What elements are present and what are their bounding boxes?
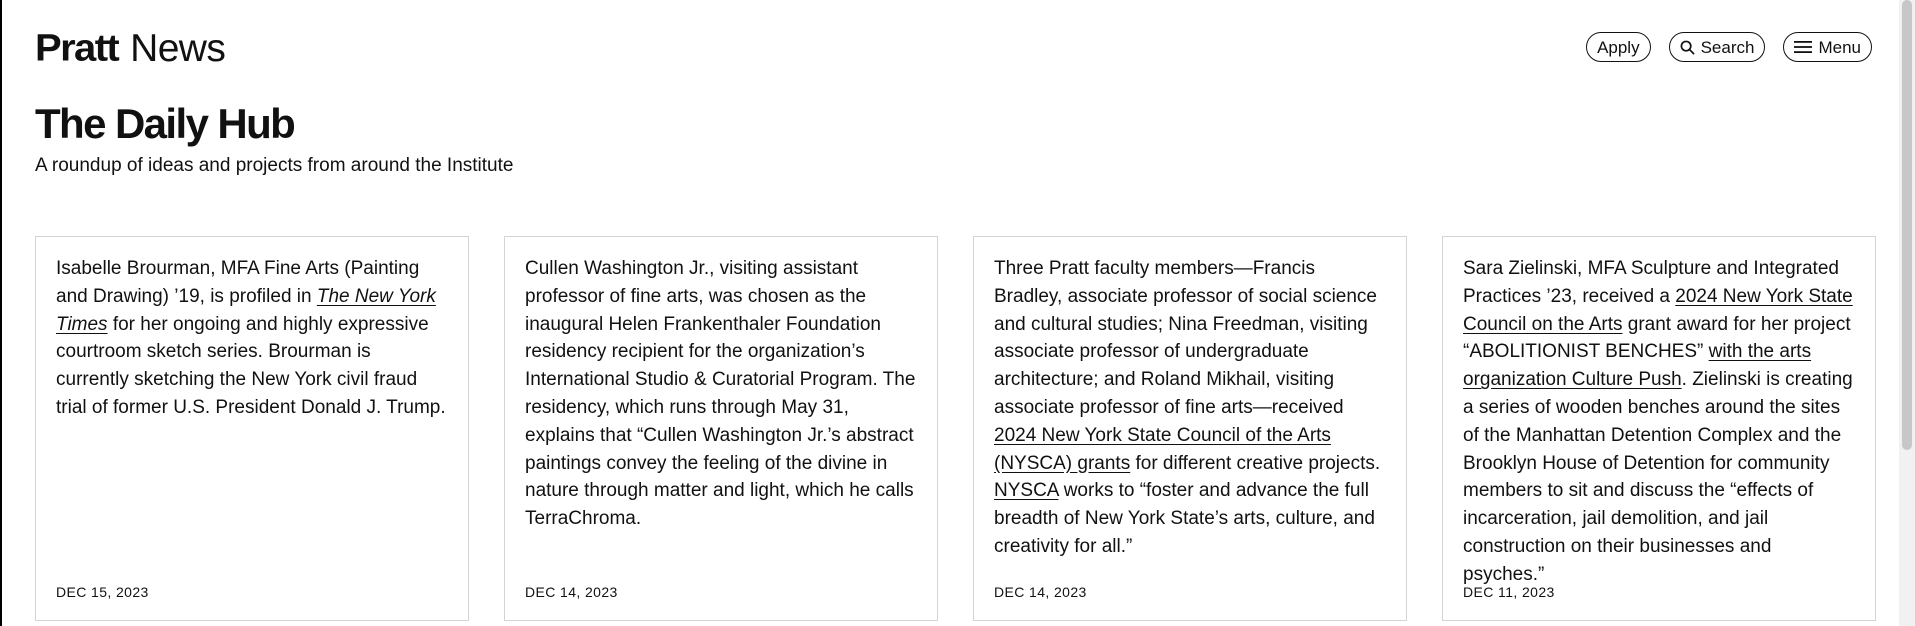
daily-hub-heading: The Daily Hub A roundup of ideas and pro… <box>35 98 513 178</box>
search-button-label: Search <box>1700 37 1755 57</box>
scrollbar-thumb[interactable] <box>1902 0 1912 450</box>
brand[interactable]: Pratt News <box>35 28 226 68</box>
news-card-date: DEC 15, 2023 <box>56 584 149 600</box>
news-card-date: DEC 14, 2023 <box>525 584 618 600</box>
search-icon <box>1680 40 1695 55</box>
news-card-date: DEC 14, 2023 <box>994 584 1087 600</box>
vertical-scrollbar[interactable] <box>1899 0 1915 626</box>
news-card: Cullen Washington Jr., visiting assistan… <box>504 236 938 621</box>
news-card-list: Isabelle Brourman, MFA Fine Arts (Painti… <box>35 236 1876 621</box>
news-card-text: Sara Zielinski, MFA Sculpture and Integr… <box>1463 258 1853 585</box>
page-title: The Daily Hub <box>35 100 296 147</box>
news-card-date: DEC 11, 2023 <box>1463 584 1555 600</box>
news-card: Sara Zielinski, MFA Sculpture and Integr… <box>1442 236 1876 621</box>
menu-button[interactable]: Menu <box>1783 32 1872 62</box>
page-subtitle: A roundup of ideas and projects from aro… <box>35 155 514 176</box>
apply-button[interactable]: Apply <box>1586 32 1651 62</box>
pratt-logo[interactable]: Pratt <box>35 28 120 68</box>
news-section-label[interactable]: News <box>130 29 226 68</box>
news-card-text: Three Pratt faculty members—Francis Brad… <box>994 258 1381 557</box>
apply-button-label: Apply <box>1597 37 1640 57</box>
window-edge <box>0 0 2 626</box>
news-card-text: Cullen Washington Jr., visiting assistan… <box>525 258 916 530</box>
nysca-link[interactable]: NYSCA <box>994 480 1058 501</box>
header-actions: Apply Search Menu <box>1586 32 1872 62</box>
menu-button-label: Menu <box>1818 37 1861 57</box>
news-card: Three Pratt faculty members—Francis Brad… <box>973 236 1407 621</box>
news-card-text: Isabelle Brourman, MFA Fine Arts (Painti… <box>56 258 446 418</box>
search-button[interactable]: Search <box>1668 32 1766 62</box>
site-header: Pratt News Apply Search Menu <box>35 20 1872 76</box>
hamburger-icon <box>1794 40 1813 54</box>
news-card: Isabelle Brourman, MFA Fine Arts (Painti… <box>35 236 469 621</box>
